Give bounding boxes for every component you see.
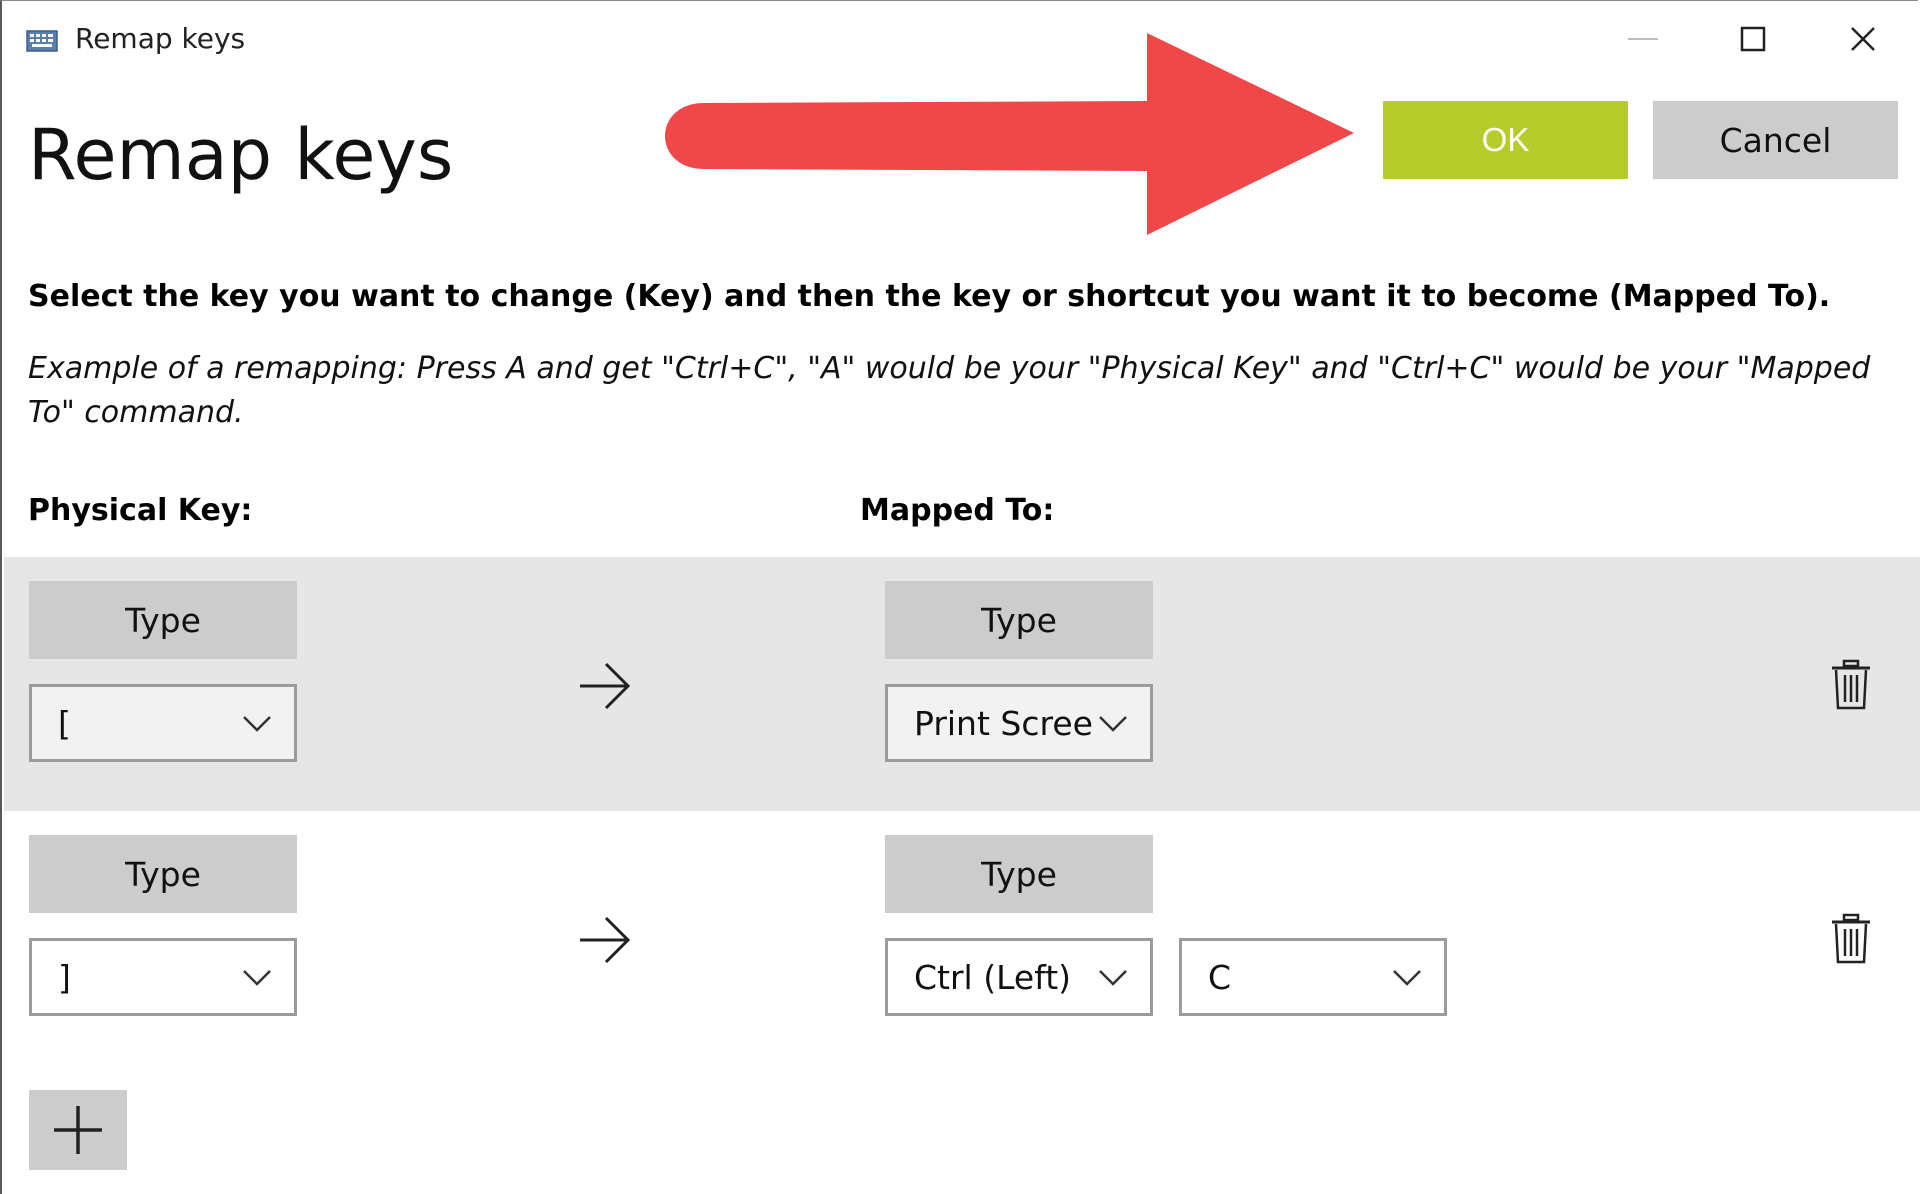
- chevron-down-icon: [1099, 716, 1127, 732]
- window-title: Remap keys: [75, 22, 246, 55]
- trash-icon[interactable]: [1830, 913, 1872, 965]
- mapped-key-value: C: [1208, 958, 1232, 997]
- mapped-modifier-dropdown[interactable]: Ctrl (Left): [885, 938, 1153, 1016]
- annotation-arrow-icon: [665, 33, 1354, 235]
- chevron-down-icon: [1393, 970, 1421, 986]
- maximize-button[interactable]: [1698, 1, 1808, 77]
- physical-key-value: ]: [58, 958, 71, 997]
- physical-type-button[interactable]: Type: [29, 835, 297, 913]
- mapped-key-dropdown[interactable]: C: [1179, 938, 1447, 1016]
- mapped-type-button[interactable]: Type: [885, 581, 1153, 659]
- physical-key-dropdown[interactable]: [: [29, 684, 297, 762]
- physical-type-button[interactable]: Type: [29, 581, 297, 659]
- page-title: Remap keys: [28, 114, 454, 196]
- right-arrow-icon: [580, 662, 631, 710]
- chevron-down-icon: [243, 970, 271, 986]
- mapping-row: Type [ Type Print Scree: [4, 557, 1920, 811]
- right-arrow-icon: [580, 916, 631, 964]
- minimize-button[interactable]: [1588, 1, 1698, 77]
- cancel-button[interactable]: Cancel: [1653, 101, 1898, 179]
- plus-icon: [54, 1106, 102, 1154]
- add-mapping-button[interactable]: [29, 1090, 127, 1170]
- chevron-down-icon: [243, 716, 271, 732]
- chevron-down-icon: [1099, 970, 1127, 986]
- instructions-text: Select the key you want to change (Key) …: [28, 279, 1831, 314]
- trash-icon[interactable]: [1830, 659, 1872, 711]
- maximize-icon: [1740, 26, 1766, 52]
- example-text: Example of a remapping: Press A and get …: [28, 351, 1871, 430]
- mapped-key-dropdown[interactable]: Print Scree: [885, 684, 1153, 762]
- mapped-key-value: Print Scree: [914, 704, 1093, 743]
- mapped-type-button[interactable]: Type: [885, 835, 1153, 913]
- mapped-key-value: Ctrl (Left): [914, 958, 1072, 997]
- physical-key-header: Physical Key:: [28, 493, 253, 528]
- mapping-row: Type ] Type Ctrl (Left) C: [4, 811, 1920, 1065]
- ok-button[interactable]: OK: [1383, 101, 1628, 179]
- physical-key-dropdown[interactable]: ]: [29, 938, 297, 1016]
- minimize-icon: [1628, 38, 1658, 40]
- close-button[interactable]: [1808, 1, 1918, 77]
- remap-keys-window: Remap keys Remap keys OK Cancel Select t…: [0, 0, 1920, 1194]
- physical-key-value: [: [58, 704, 71, 743]
- mapped-to-header: Mapped To:: [860, 493, 1055, 528]
- close-icon: [1851, 27, 1875, 51]
- keyboard-icon: [26, 30, 58, 52]
